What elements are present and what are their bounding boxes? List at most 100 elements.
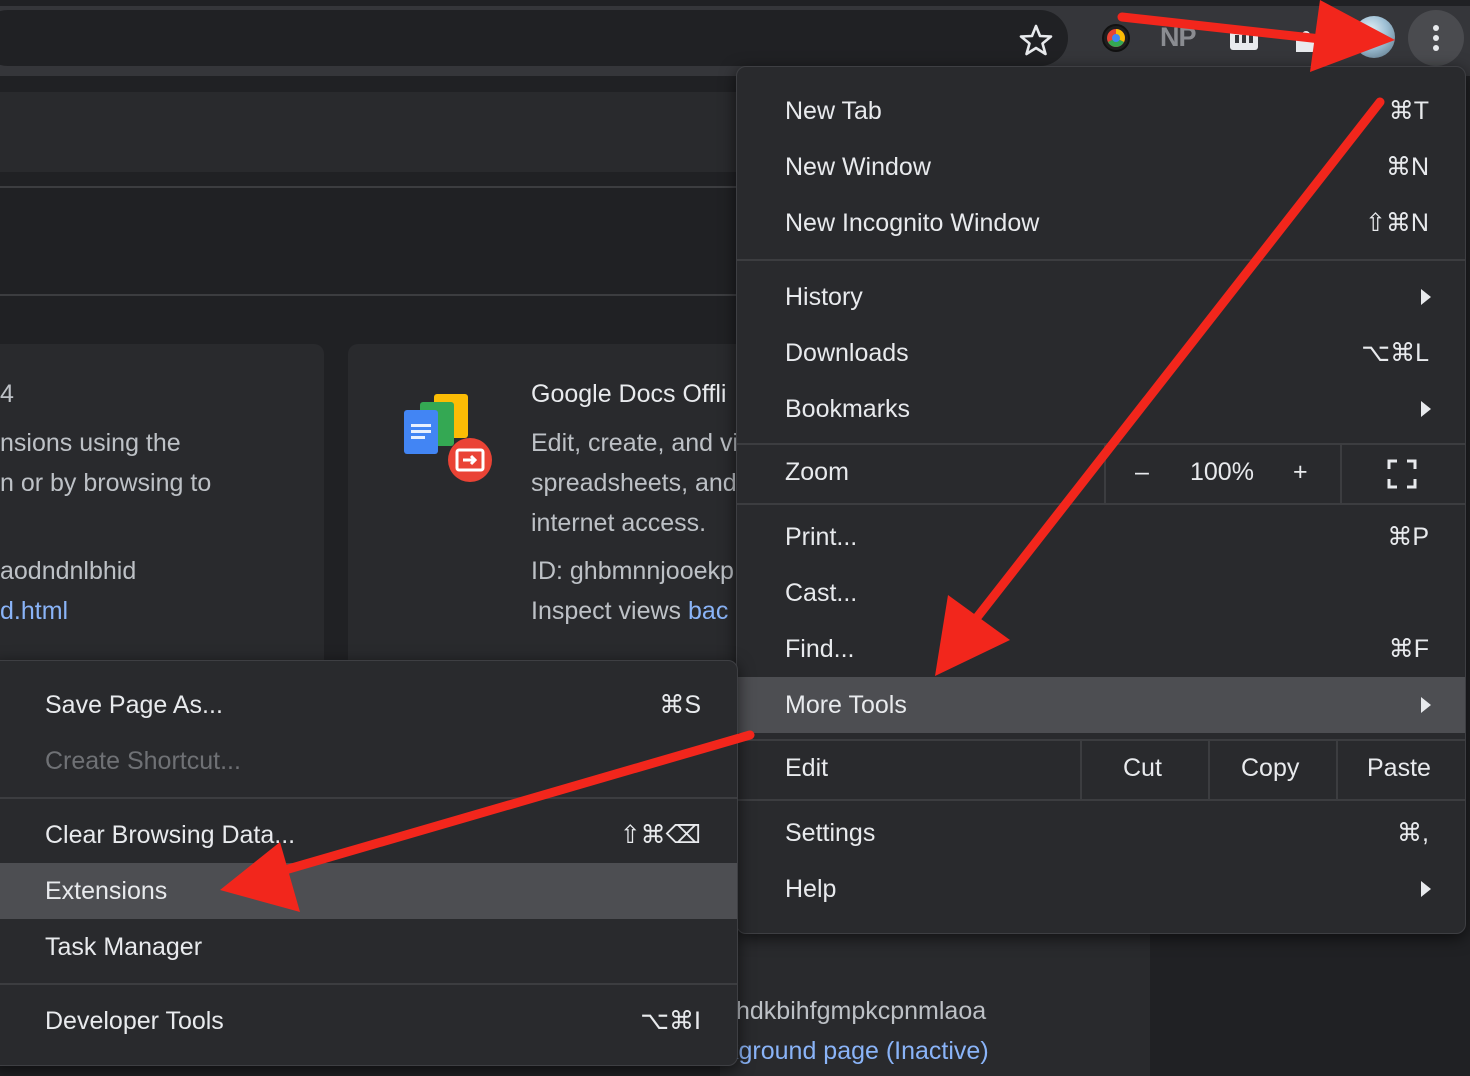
menu-item-label: Developer Tools: [45, 1006, 224, 1035]
zoom-out-button[interactable]: –: [1135, 458, 1149, 487]
menu-item-shortcut: ⌘F: [1388, 635, 1429, 663]
menu-item-print[interactable]: Print... ⌘P: [737, 509, 1465, 565]
card-text: 4: [0, 380, 14, 408]
paste-button[interactable]: Paste: [1367, 754, 1431, 783]
menu-item-label: History: [785, 282, 863, 311]
background-page-link[interactable]: kground page (Inactive): [726, 1037, 989, 1066]
menu-item-new-window[interactable]: New Window ⌘N: [737, 139, 1465, 195]
profile-avatar[interactable]: [1353, 16, 1395, 58]
menu-item-label: Bookmarks: [785, 394, 911, 423]
menu-item-label: Extensions: [45, 876, 168, 905]
menu-separator: [0, 797, 737, 799]
google-docs-offline-icon: [402, 390, 494, 484]
submenu-arrow-icon: [1421, 697, 1431, 713]
menu-item-more-tools[interactable]: More Tools: [737, 677, 1465, 733]
menu-item-shortcut: ⌘T: [1388, 97, 1429, 125]
menu-item-label: Settings: [785, 818, 876, 847]
card-text: aodndnlbhid: [0, 557, 137, 585]
extension-id: ID: ghbmnnjooekp: [531, 557, 734, 585]
extension-card-google-docs: Google Docs Offli Edit, create, and vi s…: [348, 344, 768, 684]
inspect-views: Inspect views bac: [531, 597, 728, 626]
background-page-link[interactable]: bac: [688, 597, 728, 625]
menu-edit-row: Edit Cut Copy Paste: [737, 741, 1465, 799]
extension-id: hdkbihfgmpkcpnmlaoa: [736, 997, 987, 1025]
more-tools-submenu: Save Page As... ⌘S Create Shortcut... Cl…: [0, 660, 738, 1066]
extension-description: Edit, create, and vi: [531, 429, 739, 457]
extension-title: Google Docs Offli: [531, 380, 727, 408]
inspect-views-label: Inspect views: [531, 597, 689, 625]
menu-item-bookmarks[interactable]: Bookmarks: [737, 381, 1465, 437]
menu-item-shortcut: ⌘,: [1397, 819, 1429, 847]
divider: [1340, 445, 1342, 503]
menu-separator: [737, 503, 1465, 505]
menu-item-clear-browsing-data[interactable]: Clear Browsing Data... ⇧⌘⌫: [0, 807, 737, 863]
menu-item-shortcut: ⇧⌘⌫: [619, 821, 701, 849]
menu-item-label: Downloads: [785, 338, 909, 367]
menu-item-label: Cast...: [785, 578, 858, 607]
dot-icon: [1433, 25, 1439, 31]
chrome-main-menu: New Tab ⌘T New Window ⌘N New Incognito W…: [736, 66, 1466, 934]
menu-item-label: Save Page As...: [45, 690, 223, 719]
menu-item-downloads[interactable]: Downloads ⌥⌘L: [737, 325, 1465, 381]
divider: [1104, 445, 1106, 503]
menu-item-label: Find...: [785, 634, 855, 663]
menu-item-label: New Window: [785, 152, 931, 181]
submenu-arrow-icon: [1421, 881, 1431, 897]
menu-separator: [0, 983, 737, 985]
menu-item-cast[interactable]: Cast...: [737, 565, 1465, 621]
menu-item-history[interactable]: History: [737, 269, 1465, 325]
divider: [1080, 741, 1082, 799]
menu-item-new-tab[interactable]: New Tab ⌘T: [737, 83, 1465, 139]
menu-item-shortcut: ⌘N: [1385, 153, 1429, 181]
menu-item-label: Clear Browsing Data...: [45, 820, 296, 849]
extension-description: spreadsheets, and: [531, 469, 737, 497]
page-header-band: [0, 92, 740, 172]
menu-item-label: Create Shortcut...: [45, 746, 241, 775]
menu-item-find[interactable]: Find... ⌘F: [737, 621, 1465, 677]
divider: [1208, 741, 1210, 799]
address-bar[interactable]: [0, 10, 1068, 66]
bookmark-star-icon[interactable]: [1016, 20, 1056, 60]
menu-item-create-shortcut: Create Shortcut...: [0, 733, 737, 789]
menu-item-label: More Tools: [785, 690, 907, 719]
menu-item-label: Print...: [785, 522, 858, 551]
menu-item-help[interactable]: Help: [737, 861, 1465, 917]
zoom-level: 100%: [1190, 458, 1254, 486]
color-picker-extension-icon[interactable]: [1098, 20, 1134, 56]
menu-zoom-row: Zoom – 100% +: [737, 445, 1465, 503]
menu-item-settings[interactable]: Settings ⌘,: [737, 805, 1465, 861]
menu-item-shortcut: ⌘S: [659, 691, 701, 719]
card-link[interactable]: d.html: [0, 597, 68, 626]
menu-item-shortcut: ⌥⌘I: [640, 1007, 701, 1035]
menu-item-label: New Incognito Window: [785, 208, 1040, 237]
menu-item-task-manager[interactable]: Task Manager: [0, 919, 737, 975]
menu-item-shortcut: ⌘P: [1387, 523, 1429, 551]
divider: [1336, 741, 1338, 799]
fullscreen-icon[interactable]: [1387, 459, 1417, 489]
zoom-label: Zoom: [785, 458, 849, 486]
zoom-in-button[interactable]: +: [1293, 458, 1308, 487]
menu-item-developer-tools[interactable]: Developer Tools ⌥⌘I: [0, 993, 737, 1049]
browser-window: NP 4 nsions using the n or by browsing t…: [0, 0, 1470, 1076]
menu-item-new-incognito-window[interactable]: New Incognito Window ⇧⌘N: [737, 195, 1465, 251]
puzzle-extension-icon[interactable]: [1288, 20, 1324, 56]
chrome-menu-button[interactable]: [1408, 10, 1464, 66]
menu-item-shortcut: ⇧⌘N: [1364, 209, 1429, 237]
menu-item-label: Help: [785, 874, 837, 903]
dot-icon: [1433, 45, 1439, 51]
menu-item-extensions[interactable]: Extensions: [0, 863, 737, 919]
keyboard-extension-icon[interactable]: [1226, 20, 1262, 56]
dot-icon: [1433, 35, 1439, 41]
menu-separator: [737, 799, 1465, 801]
cut-button[interactable]: Cut: [1123, 754, 1162, 783]
submenu-arrow-icon: [1421, 401, 1431, 417]
extension-description: internet access.: [531, 509, 707, 537]
edit-label: Edit: [785, 754, 829, 782]
menu-separator: [737, 259, 1465, 261]
menu-item-save-page-as[interactable]: Save Page As... ⌘S: [0, 677, 737, 733]
menu-item-label: New Tab: [785, 96, 882, 125]
divider: [0, 294, 740, 296]
tab-strip-edge: [0, 0, 1470, 6]
copy-button[interactable]: Copy: [1241, 754, 1299, 783]
np-extension-icon[interactable]: NP: [1160, 22, 1197, 53]
